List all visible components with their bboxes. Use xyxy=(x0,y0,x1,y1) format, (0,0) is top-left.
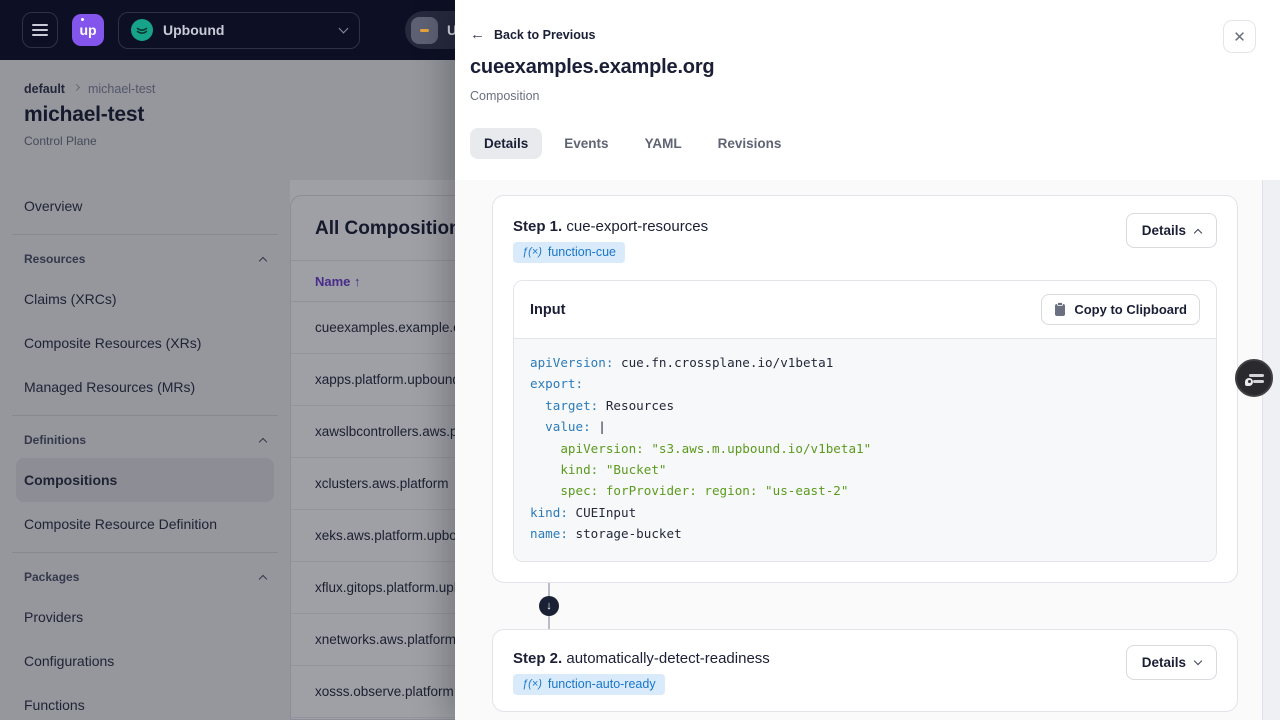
code-line: name: storage-bucket xyxy=(530,526,682,542)
back-label: Back to Previous xyxy=(494,27,596,42)
chevron-down-icon xyxy=(338,23,349,34)
step-1-details-button[interactable]: Details xyxy=(1125,213,1217,248)
input-card-title: Input xyxy=(530,301,566,318)
menu-button[interactable] xyxy=(22,12,58,48)
tab-revisions[interactable]: Revisions xyxy=(704,128,796,159)
step-2-title: Step 2. automatically-detect-readiness xyxy=(513,645,770,667)
panel-tabs: Details Events YAML Revisions xyxy=(470,128,795,159)
app-root: up Upbound U default michael-test michae… xyxy=(0,0,1280,720)
details-button-label: Details xyxy=(1141,654,1186,670)
function-icon: ƒ(×) xyxy=(522,677,542,690)
details-button-label: Details xyxy=(1141,223,1186,238)
back-to-previous-link[interactable]: ← Back to Previous xyxy=(470,27,595,42)
code-line: spec: forProvider: region: "us-east-2" xyxy=(530,483,849,499)
panel-type-label: Composition xyxy=(470,89,540,103)
close-panel-button[interactable]: ✕ xyxy=(1223,20,1256,53)
tab-events[interactable]: Events xyxy=(550,128,622,159)
code-line: target: Resources xyxy=(545,397,675,413)
chevron-up-icon xyxy=(1193,228,1203,237)
step-name: automatically-detect-readiness xyxy=(566,649,770,667)
function-badge: ƒ(×) function-cue xyxy=(513,242,625,263)
function-icon: ƒ(×) xyxy=(522,246,542,258)
panel-content: Step 1. cue-export-resources ƒ(×) functi… xyxy=(455,180,1280,720)
input-yaml-code: apiVersion: cue.fn.crossplane.io/v1beta1… xyxy=(514,338,1216,561)
status-icon xyxy=(411,16,438,44)
code-line: kind: CUEInput xyxy=(530,504,637,520)
upbound-logo[interactable]: up xyxy=(72,14,104,46)
clipboard-icon xyxy=(1055,302,1066,316)
close-icon: ✕ xyxy=(1233,28,1246,46)
hamburger-icon xyxy=(32,24,48,36)
step-2-card: Step 2. automatically-detect-readiness ƒ… xyxy=(492,628,1238,712)
tab-yaml[interactable]: YAML xyxy=(631,128,696,159)
chevron-down-icon xyxy=(1193,656,1203,665)
tab-details[interactable]: Details xyxy=(470,128,543,159)
org-switcher-label: Upbound xyxy=(163,22,225,38)
panel-scrollbar[interactable] xyxy=(1262,180,1280,720)
step-2-details-button[interactable]: Details xyxy=(1125,644,1217,680)
step-1-card: Step 1. cue-export-resources ƒ(×) functi… xyxy=(492,195,1238,583)
line-icon xyxy=(1253,380,1264,383)
code-line: apiVersion: "s3.aws.m.upbound.io/v1beta1… xyxy=(530,440,872,456)
panel-title: cueexamples.example.org xyxy=(470,56,715,78)
code-line: export: xyxy=(530,376,584,392)
function-badge-label: function-auto-ready xyxy=(547,676,656,691)
line-icon xyxy=(1249,374,1264,377)
pen-droplet-icon xyxy=(1245,377,1253,386)
back-arrow-icon: ← xyxy=(470,26,485,43)
step-name: cue-export-resources xyxy=(566,218,709,235)
step-number: Step 2. xyxy=(513,649,563,667)
function-badge: ƒ(×) function-auto-ready xyxy=(513,673,665,695)
copy-button-label: Copy to Clipboard xyxy=(1074,302,1187,317)
step-1-title: Step 1. cue-export-resources xyxy=(513,213,708,235)
arrow-down-icon: ↓ xyxy=(539,595,559,616)
org-switcher[interactable]: Upbound xyxy=(118,11,360,49)
code-line: kind: "Bucket" xyxy=(530,462,667,478)
step-number: Step 1. xyxy=(513,218,563,235)
input-card: Input Copy to Clipboard apiVersion: cue.… xyxy=(513,280,1217,562)
code-line: apiVersion: cue.fn.crossplane.io/v1beta1 xyxy=(530,355,834,370)
feedback-widget-button[interactable] xyxy=(1235,359,1273,397)
pipeline-connector: ↓ xyxy=(539,582,559,629)
org-avatar-icon xyxy=(131,19,153,41)
copy-to-clipboard-button[interactable]: Copy to Clipboard xyxy=(1041,294,1200,325)
code-line: value: | xyxy=(545,419,606,435)
function-badge-label: function-cue xyxy=(547,245,616,259)
composition-detail-panel: ← Back to Previous ✕ cueexamples.example… xyxy=(455,0,1280,720)
